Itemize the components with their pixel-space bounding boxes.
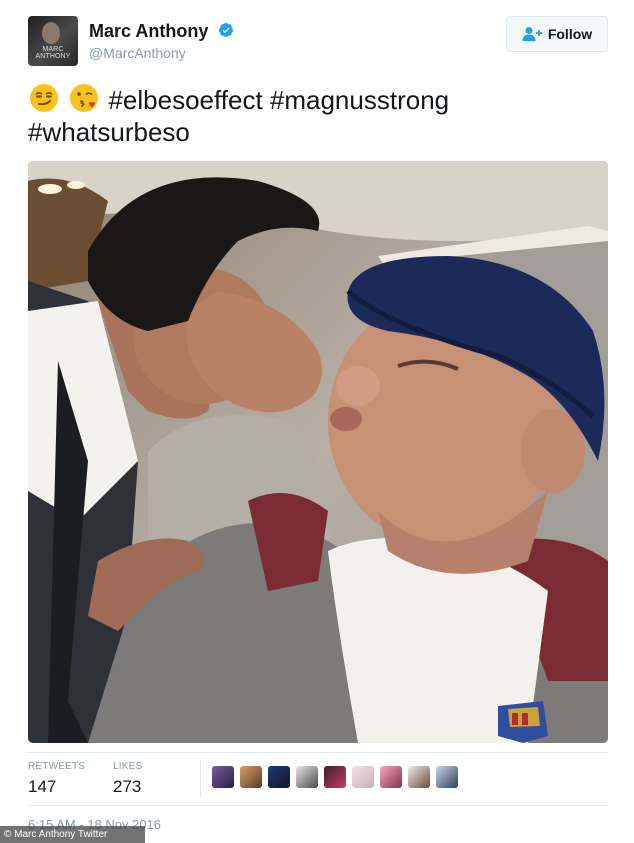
liker-avatar[interactable] xyxy=(352,766,374,788)
hashtags-line-2[interactable]: #whatsurbeso xyxy=(28,117,190,147)
likes-label: LIKES xyxy=(113,761,143,772)
liker-avatar[interactable] xyxy=(268,766,290,788)
liker-avatar[interactable] xyxy=(240,766,262,788)
liker-avatar[interactable] xyxy=(324,766,346,788)
tweet-photo[interactable] xyxy=(28,161,608,743)
retweets-label: RETWEETS xyxy=(28,761,86,772)
photo-credit: © Marc Anthony Twitter xyxy=(0,826,145,843)
liker-avatars xyxy=(212,766,458,788)
tweet-text-line-2: #whatsurbeso xyxy=(28,116,608,148)
avatar-face xyxy=(42,22,60,44)
tweet-text: #elbesoeffect #magnusstrong #whatsurbeso xyxy=(28,82,608,148)
user-handle[interactable]: @MarcAnthony xyxy=(89,45,186,61)
verified-badge-icon xyxy=(219,22,234,38)
engagement-stats: RETWEETS 147 LIKES 273 xyxy=(28,752,608,806)
liker-avatar[interactable] xyxy=(296,766,318,788)
liker-avatar[interactable] xyxy=(212,766,234,788)
display-name[interactable]: Marc Anthony xyxy=(89,21,208,42)
retweets-stat[interactable]: RETWEETS 147 xyxy=(28,761,85,797)
retweets-count: 147 xyxy=(28,777,57,796)
likes-stat[interactable]: LIKES 273 xyxy=(113,761,142,797)
avatar-text: MARC ANTHONY xyxy=(35,46,71,60)
likes-count: 273 xyxy=(113,777,142,796)
liker-avatar[interactable] xyxy=(436,766,458,788)
tweet-text-line-1: #elbesoeffect #magnusstrong xyxy=(28,82,608,116)
smirking-face-icon xyxy=(30,84,58,112)
follow-button[interactable]: Follow xyxy=(506,16,608,52)
liker-avatar[interactable] xyxy=(408,766,430,788)
profile-avatar[interactable]: MARC ANTHONY xyxy=(28,16,78,66)
stats-divider xyxy=(200,761,201,797)
follow-label: Follow xyxy=(547,26,593,42)
liker-avatar[interactable] xyxy=(380,766,402,788)
photo-illustration xyxy=(28,161,608,743)
add-user-icon xyxy=(522,27,542,41)
hashtags-line-1[interactable]: #elbesoeffect #magnusstrong xyxy=(108,85,449,115)
face-throwing-kiss-icon xyxy=(70,84,99,112)
